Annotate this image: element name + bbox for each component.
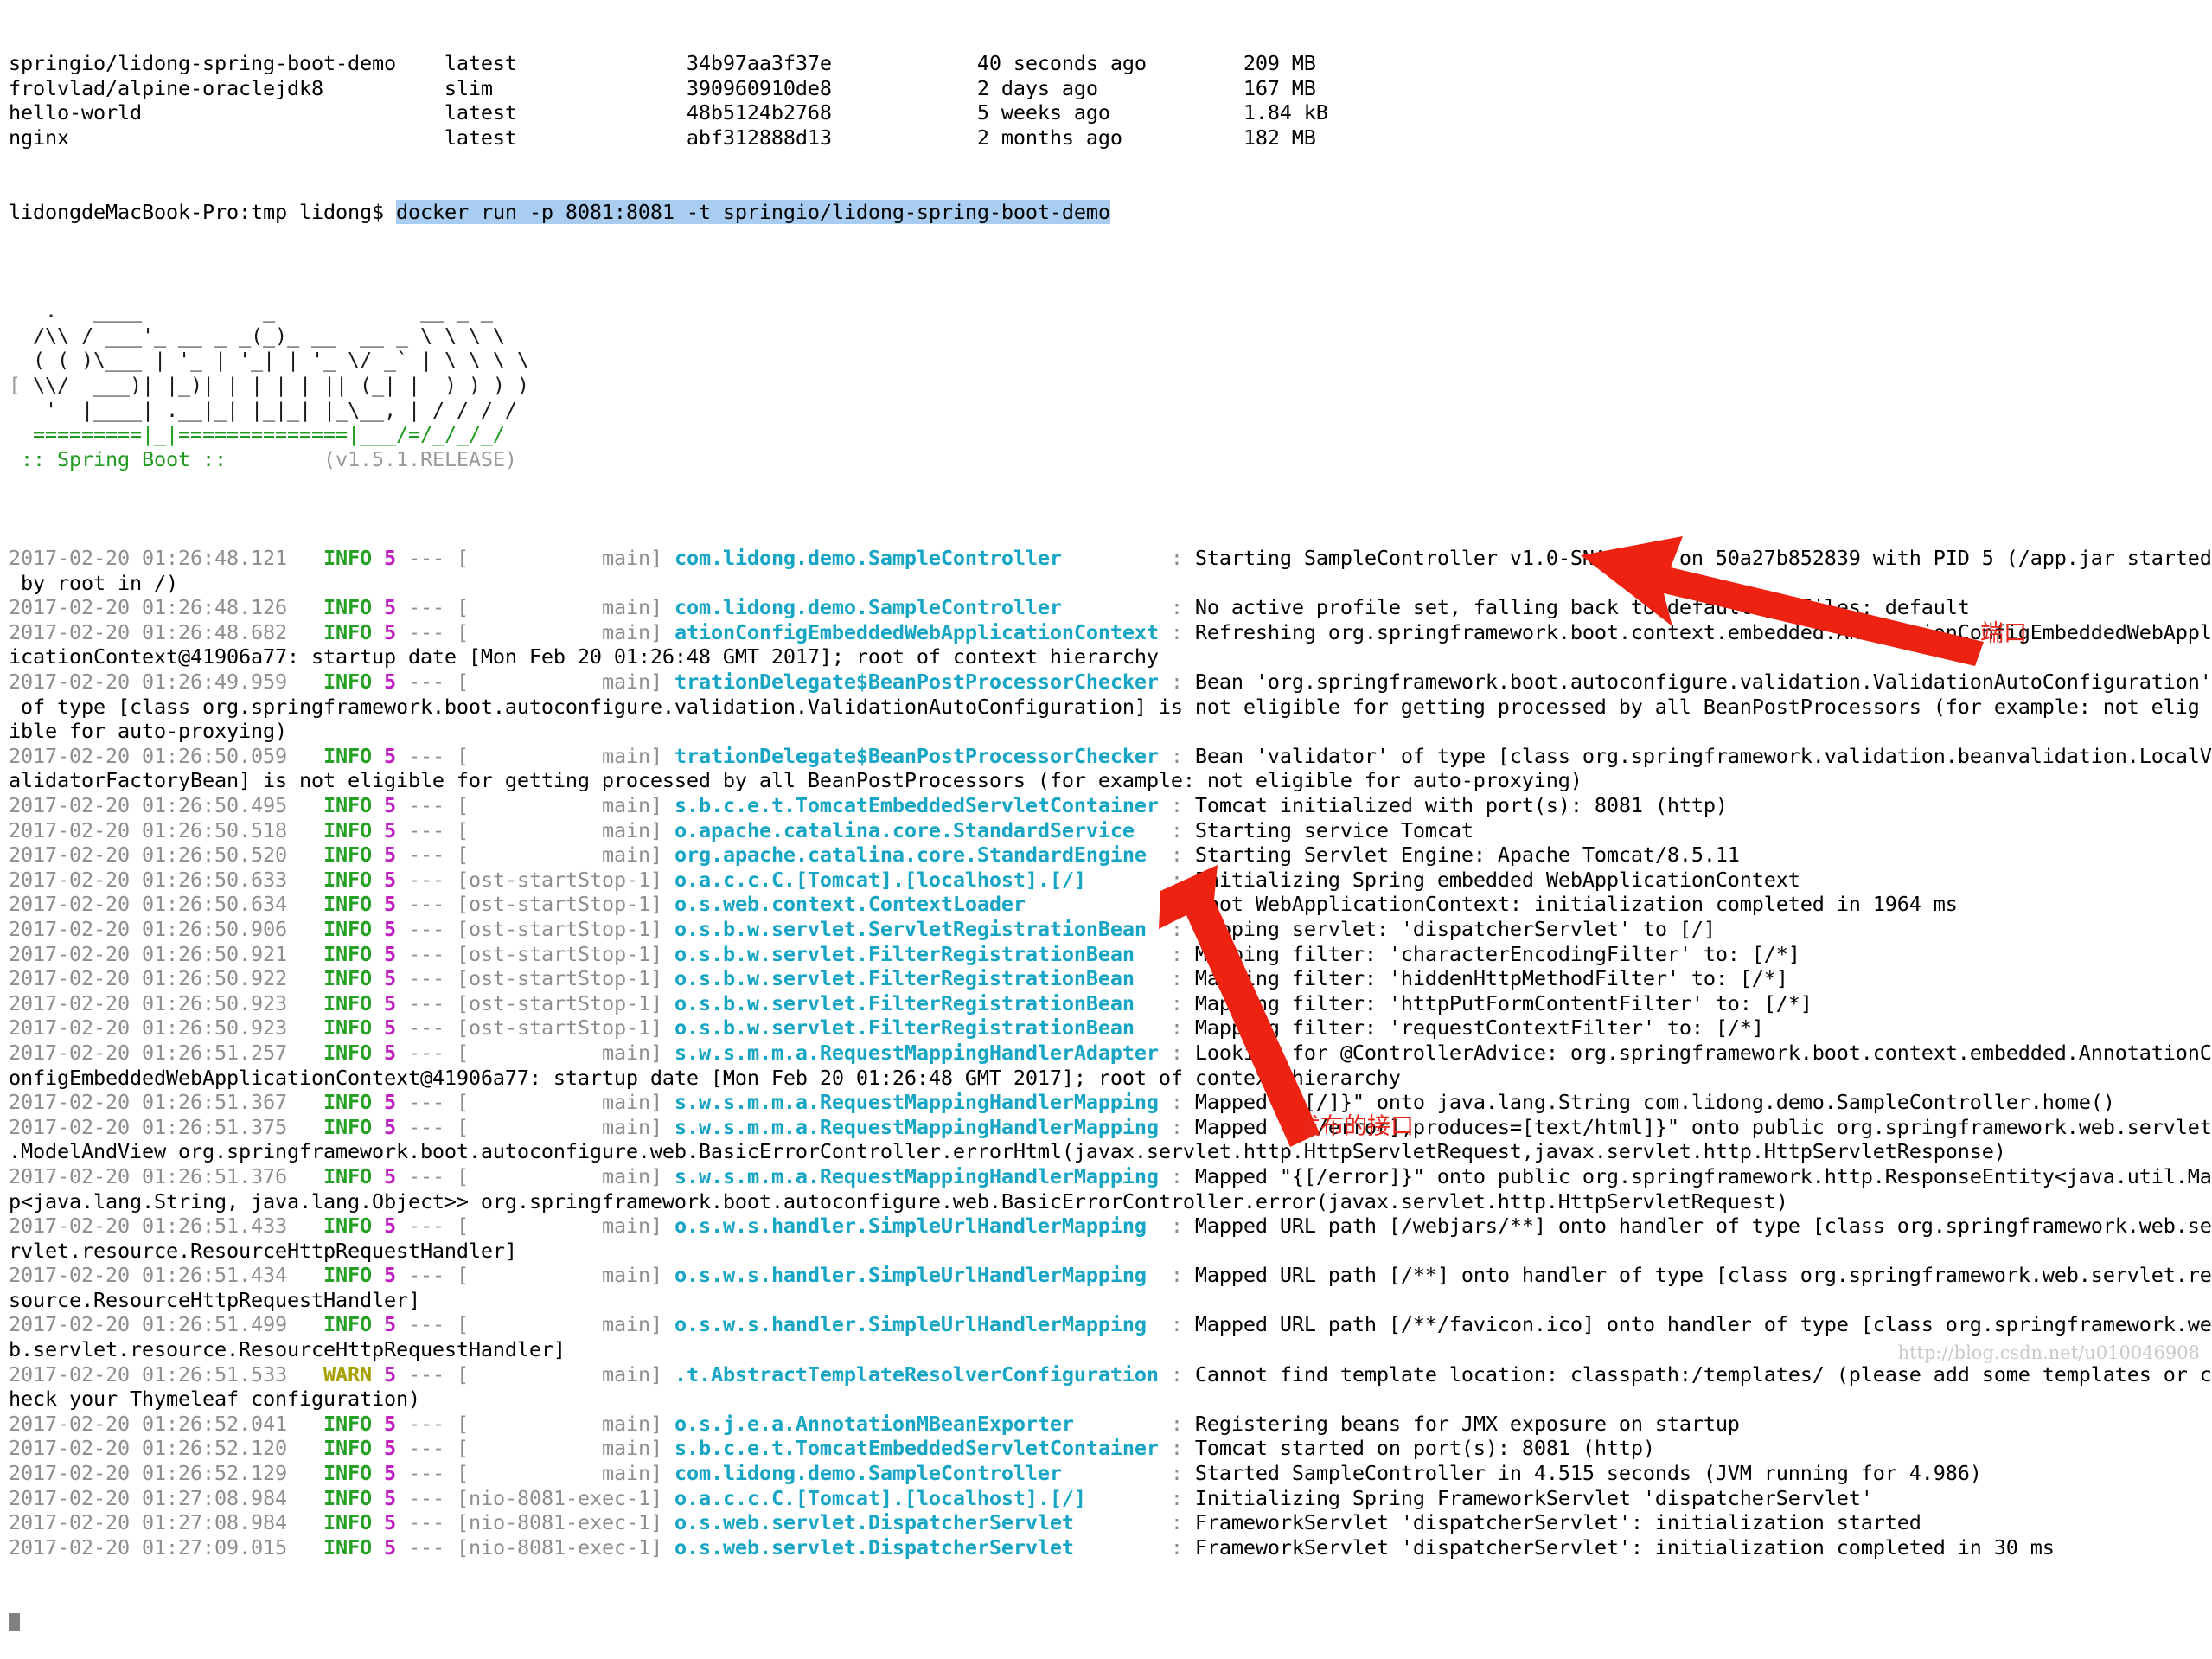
log-line: 2017-02-20 01:26:50.495 INFO 5 --- [ mai… bbox=[9, 793, 1728, 817]
log-line: 2017-02-20 01:26:50.923 INFO 5 --- [ost-… bbox=[9, 1015, 1764, 1041]
log-continuation-line: .ModelAndView org.springframework.boot.a… bbox=[9, 1139, 2006, 1164]
banner-line: /\\ / ___'_ __ _ _(_)_ __ __ _ \ \ \ \ bbox=[33, 323, 505, 348]
log-line: 2017-02-20 01:26:51.533 WARN 5 --- [ mai… bbox=[9, 1361, 2212, 1387]
log-line: 2017-02-20 01:26:48.126 INFO 5 --- [ mai… bbox=[9, 595, 1970, 620]
log-continuation-line: of type [class org.springframework.boot.… bbox=[9, 694, 2200, 719]
log-line: 2017-02-20 01:27:09.015 INFO 5 --- [nio-… bbox=[9, 1534, 2055, 1560]
annotation-label-api: 发布的接口 bbox=[1297, 1113, 1414, 1140]
spring-boot-banner: . ____ _ __ _ _ /\\ / ___'_ __ _ _(_)_ _… bbox=[9, 274, 2212, 496]
log-line: 2017-02-20 01:26:50.520 INFO 5 --- [ mai… bbox=[9, 842, 1740, 868]
log-line: 2017-02-20 01:26:50.518 INFO 5 --- [ mai… bbox=[9, 817, 1474, 842]
watermark: http://blog.csdn.net/u010046908 bbox=[1897, 1342, 2200, 1363]
log-line: 2017-02-20 01:26:51.376 INFO 5 --- [ mai… bbox=[9, 1163, 2212, 1188]
log-line: 2017-02-20 01:26:52.120 INFO 5 --- [ mai… bbox=[9, 1436, 1655, 1461]
log-continuation-line: b.servlet.resource.ResourceHttpRequestHa… bbox=[9, 1337, 566, 1362]
shell-prompt-line[interactable]: lidongdeMacBook-Pro:tmp lidong$ docker r… bbox=[9, 199, 2212, 225]
docker-image-row: hello-world latest 48b5124b2768 5 weeks … bbox=[9, 100, 1328, 125]
typed-command[interactable]: docker run -p 8081:8081 -t springio/lido… bbox=[395, 199, 1110, 224]
application-log-output: 2017-02-20 01:26:48.121 INFO 5 --- [ mai… bbox=[9, 546, 2212, 1560]
banner-name-line: :: Spring Boot :: (v1.5.1.RELEASE) bbox=[9, 446, 517, 471]
banner-line: [ \\/ ___)| |_)| | | | | || (_| | ) ) ) … bbox=[9, 372, 529, 397]
log-line: 2017-02-20 01:26:48.682 INFO 5 --- [ mai… bbox=[9, 619, 2212, 644]
log-continuation-line: icationContext@41906a77: startup date [M… bbox=[9, 644, 1159, 669]
docker-images-list: springio/lidong-spring-boot-demo latest … bbox=[9, 51, 2212, 150]
log-continuation-line: source.ResourceHttpRequestHandler] bbox=[9, 1287, 420, 1312]
banner-line: =========|_|==============|___/=/_/_/_/ bbox=[33, 422, 505, 447]
log-line: 2017-02-20 01:26:50.906 INFO 5 --- [ost-… bbox=[9, 916, 1716, 941]
annotation-label-port: 端口 bbox=[1980, 620, 2027, 647]
banner-line: ' |____| .__|_| |_|_| |_\__, | / / / / bbox=[33, 397, 517, 422]
docker-image-row: nginx latest abf312888d13 2 months ago 1… bbox=[9, 125, 1316, 150]
terminal-cursor-line bbox=[9, 1610, 2212, 1635]
banner-line bbox=[9, 274, 2212, 299]
log-line: 2017-02-20 01:26:52.041 INFO 5 --- [ mai… bbox=[9, 1411, 1740, 1436]
log-continuation-line: by root in /) bbox=[9, 570, 178, 595]
log-line: 2017-02-20 01:26:50.059 INFO 5 --- [ mai… bbox=[9, 743, 2212, 768]
log-continuation-line: rvlet.resource.ResourceHttpRequestHandle… bbox=[9, 1238, 517, 1263]
log-line: 2017-02-20 01:26:51.434 INFO 5 --- [ mai… bbox=[9, 1263, 2212, 1288]
terminal-window[interactable]: springio/lidong-spring-boot-demo latest … bbox=[0, 0, 2212, 1631]
banner-line: ( ( )\___ | '_ | '_| | '_ \/ _` | \ \ \ … bbox=[33, 348, 529, 373]
log-line: 2017-02-20 01:26:49.959 INFO 5 --- [ mai… bbox=[9, 669, 2212, 695]
docker-image-row: springio/lidong-spring-boot-demo latest … bbox=[9, 51, 1316, 76]
log-line: 2017-02-20 01:26:48.121 INFO 5 --- [ mai… bbox=[9, 546, 2212, 571]
log-line: 2017-02-20 01:26:51.367 INFO 5 --- [ mai… bbox=[9, 1090, 2115, 1115]
docker-image-row: frolvlad/alpine-oraclejdk8 slim 39096091… bbox=[9, 75, 1316, 100]
log-line: 2017-02-20 01:27:08.984 INFO 5 --- [nio-… bbox=[9, 1510, 1921, 1535]
log-line: 2017-02-20 01:26:51.257 INFO 5 --- [ mai… bbox=[9, 1040, 2212, 1065]
shell-prompt: lidongdeMacBook-Pro:tmp lidong$ bbox=[9, 199, 396, 224]
log-line: 2017-02-20 01:26:50.921 INFO 5 --- [ost-… bbox=[9, 941, 1800, 966]
banner-line: . ____ _ __ _ _ bbox=[33, 298, 493, 323]
log-line: 2017-02-20 01:27:08.984 INFO 5 --- [nio-… bbox=[9, 1485, 1873, 1510]
log-line: 2017-02-20 01:26:50.633 INFO 5 --- [ost-… bbox=[9, 867, 1800, 892]
log-line: 2017-02-20 01:26:51.433 INFO 5 --- [ mai… bbox=[9, 1214, 2212, 1239]
log-continuation-line: heck your Thymeleaf configuration) bbox=[9, 1387, 420, 1412]
log-line: 2017-02-20 01:26:50.922 INFO 5 --- [ost-… bbox=[9, 966, 1788, 991]
log-line: 2017-02-20 01:26:50.923 INFO 5 --- [ost-… bbox=[9, 990, 1812, 1015]
log-continuation-line: alidatorFactoryBean] is not eligible for… bbox=[9, 768, 1582, 793]
log-line: 2017-02-20 01:26:52.129 INFO 5 --- [ mai… bbox=[9, 1461, 1982, 1486]
log-continuation-line: ible for auto-proxying) bbox=[9, 719, 287, 744]
log-line: 2017-02-20 01:26:50.634 INFO 5 --- [ost-… bbox=[9, 892, 1958, 917]
banner-line bbox=[9, 471, 2212, 496]
log-continuation-line: onfigEmbeddedWebApplicationContext@41906… bbox=[9, 1065, 1401, 1090]
log-continuation-line: p<java.lang.String, java.lang.Object>> o… bbox=[9, 1188, 1788, 1214]
log-line: 2017-02-20 01:26:51.375 INFO 5 --- [ mai… bbox=[9, 1114, 2212, 1139]
log-line: 2017-02-20 01:26:51.499 INFO 5 --- [ mai… bbox=[9, 1312, 2212, 1337]
text-cursor bbox=[9, 1612, 20, 1631]
